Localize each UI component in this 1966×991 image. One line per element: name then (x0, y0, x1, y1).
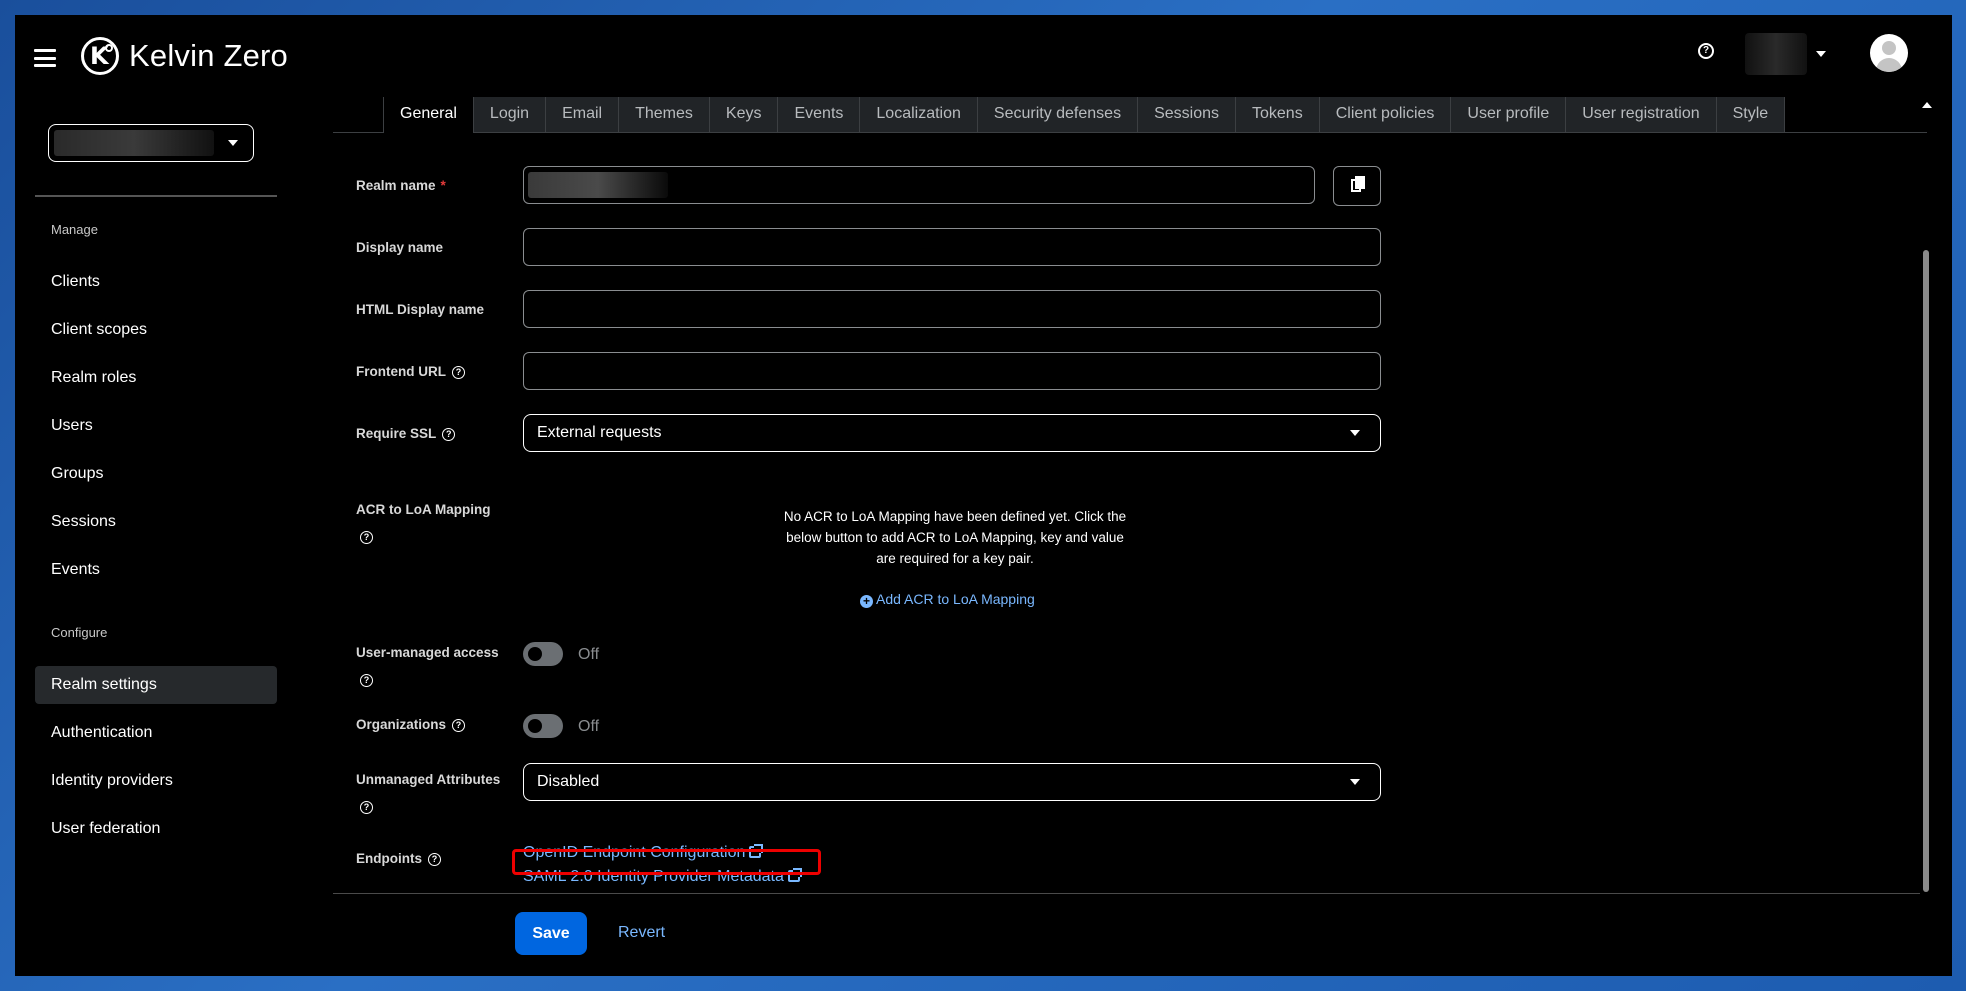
brand-name: Kelvin Zero (129, 38, 288, 73)
caret-down-icon (228, 140, 238, 146)
frontend-url-label: Frontend URL? (356, 359, 465, 384)
tabs-baseline (333, 132, 384, 133)
organizations-state: Off (578, 718, 600, 735)
masthead: K Kelvin Zero ? (15, 15, 1952, 105)
scrollbar-thumb[interactable] (1923, 250, 1929, 892)
help-icon[interactable]: ? (452, 365, 465, 379)
redacted-username (1745, 33, 1807, 75)
html-display-name-label: HTML Display name (356, 302, 485, 317)
endpoints-label: Endpoints? (356, 846, 441, 871)
display-name-label: Display name (356, 240, 444, 255)
app-window: K Kelvin Zero ? Manage Clients Client sc… (15, 15, 1952, 976)
redacted-realm-value (528, 172, 668, 198)
user-managed-access-label: User-managed access ? (356, 645, 499, 687)
tab-keys[interactable]: Keys (709, 97, 779, 133)
tab-localization[interactable]: Localization (860, 97, 978, 133)
help-icon[interactable]: ? (360, 800, 373, 814)
organizations-toggle[interactable] (523, 714, 563, 738)
add-acr-mapping-link[interactable]: + Add ACR to LoA Mapping (860, 591, 1035, 608)
tab-sessions[interactable]: Sessions (1138, 97, 1236, 133)
unmanaged-attributes-label: Unmanaged Attributes ? (356, 772, 501, 814)
realm-name-input[interactable] (523, 166, 1315, 204)
sidebar-item-sessions[interactable]: Sessions (35, 503, 277, 541)
redacted-realm-name (54, 130, 214, 156)
sidebar-item-realm-settings[interactable]: Realm settings (35, 666, 277, 704)
sidebar-item-realm-roles[interactable]: Realm roles (35, 359, 277, 397)
sidebar-item-user-federation[interactable]: User federation (35, 810, 277, 848)
organizations-label: Organizations? (356, 712, 466, 737)
tab-tokens[interactable]: Tokens (1236, 97, 1320, 133)
unmanaged-attributes-select[interactable]: Disabled (523, 763, 1381, 801)
sidebar-item-groups[interactable]: Groups (35, 455, 277, 493)
tab-style[interactable]: Style (1716, 97, 1786, 133)
tab-events[interactable]: Events (778, 97, 861, 133)
brand-logo[interactable]: K Kelvin Zero (81, 37, 288, 75)
sidebar-divider (35, 195, 277, 197)
sidebar-item-users[interactable]: Users (35, 407, 277, 445)
help-icon[interactable]: ? (360, 530, 373, 544)
nav-section-manage: Manage (51, 222, 98, 237)
scroll-up-arrow-icon[interactable] (1922, 102, 1932, 108)
sidebar-item-client-scopes[interactable]: Client scopes (35, 311, 277, 349)
frontend-url-input[interactable] (523, 352, 1381, 390)
help-icon[interactable]: ? (360, 673, 373, 687)
require-ssl-select[interactable]: External requests (523, 414, 1381, 452)
user-menu-toggle[interactable] (1745, 33, 1835, 75)
caret-down-icon (1350, 779, 1360, 785)
nav-section-configure: Configure (51, 625, 108, 640)
sidebar-item-authentication[interactable]: Authentication (35, 714, 277, 752)
footer-divider (333, 893, 1920, 894)
unmanaged-attributes-value: Disabled (537, 773, 600, 790)
display-name-input[interactable] (523, 228, 1381, 266)
kelvin-zero-logo-icon: K (81, 37, 119, 75)
tab-security-defenses[interactable]: Security defenses (977, 97, 1139, 133)
copy-button[interactable] (1333, 166, 1381, 206)
tabs-baseline-right (1767, 132, 1927, 133)
help-icon[interactable]: ? (442, 427, 456, 441)
sidebar-item-clients[interactable]: Clients (35, 263, 277, 301)
save-button[interactable]: Save (515, 912, 587, 955)
tab-general[interactable]: General (383, 97, 474, 133)
acr-empty-state: No ACR to LoA Mapping have been defined … (783, 509, 1127, 566)
tab-email[interactable]: Email (546, 97, 620, 133)
required-marker: * (440, 178, 446, 193)
scrollbar[interactable] (1920, 100, 1932, 898)
plus-circle-icon: + (860, 595, 873, 608)
hamburger-menu-icon[interactable] (34, 49, 56, 67)
caret-down-icon (1816, 51, 1826, 57)
realm-settings-tabs: General Login Email Themes Keys Events L… (383, 97, 1786, 133)
highlight-annotation (512, 849, 821, 875)
user-managed-access-toggle[interactable] (523, 642, 563, 666)
html-display-name-input[interactable] (523, 290, 1381, 328)
caret-down-icon (1350, 430, 1360, 436)
acr-label: ACR to LoA Mapping ? (356, 502, 491, 544)
require-ssl-value: External requests (537, 424, 662, 441)
tab-user-profile[interactable]: User profile (1451, 97, 1567, 133)
help-icon[interactable]: ? (452, 718, 466, 732)
sidebar-item-identity-providers[interactable]: Identity providers (35, 762, 277, 800)
realm-selector[interactable] (48, 124, 254, 162)
help-icon[interactable]: ? (1698, 43, 1714, 59)
help-icon[interactable]: ? (428, 852, 441, 866)
require-ssl-label: Require SSL? (356, 421, 456, 446)
sidebar-item-events[interactable]: Events (35, 551, 277, 589)
revert-button[interactable]: Revert (618, 924, 665, 942)
user-managed-access-state: Off (578, 646, 600, 663)
tab-user-registration[interactable]: User registration (1566, 97, 1717, 133)
tab-themes[interactable]: Themes (619, 97, 710, 133)
realm-name-label: Realm name * (356, 178, 446, 193)
tab-client-policies[interactable]: Client policies (1319, 97, 1452, 133)
tab-login[interactable]: Login (473, 97, 547, 133)
avatar[interactable] (1870, 34, 1908, 72)
